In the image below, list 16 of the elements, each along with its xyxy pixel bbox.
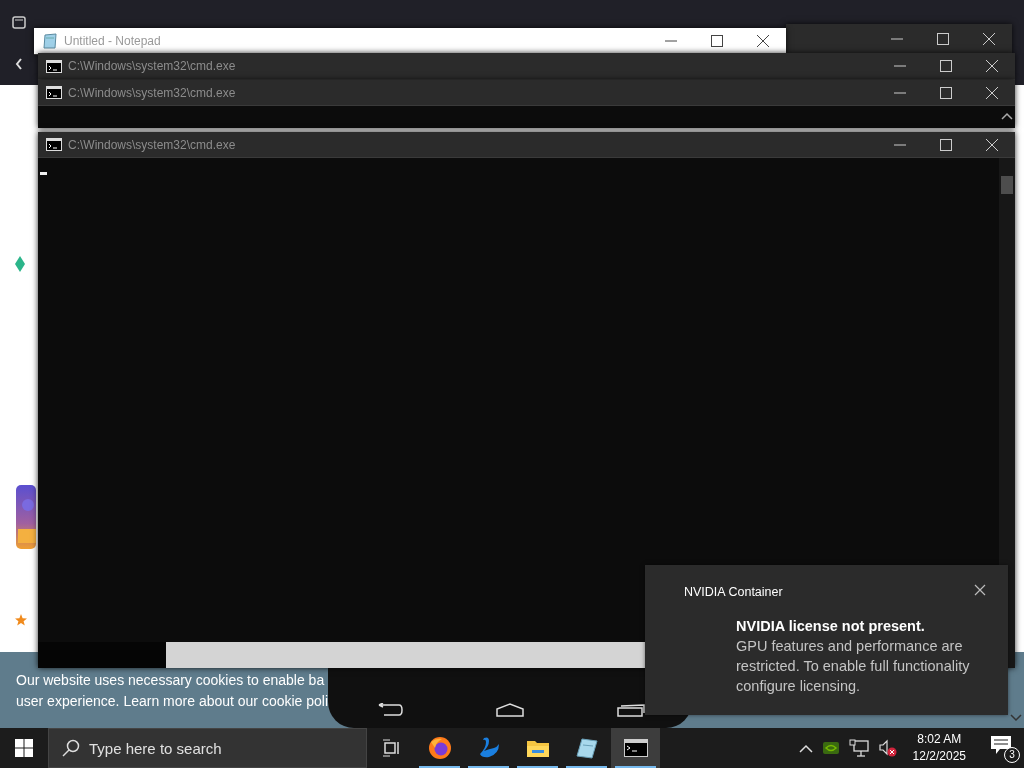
window-title: Untitled - Notepad: [64, 34, 162, 48]
notification-message: GPU features and performance are restricted. To enable full functionality configure licensing.: [736, 637, 971, 696]
cookie-notice-text: user experience. Learn more about our cookie poli: [16, 693, 329, 710]
title-bar[interactable]: C:\Windows\system32\cmd.exe: [38, 132, 1015, 158]
title-bar[interactable]: C:\Windows\system32\cmd.exe: [38, 53, 1015, 80]
title-bar[interactable]: Untitled - Notepad: [34, 28, 786, 55]
clock[interactable]: 8:02 AM 12/2/2025: [912, 731, 966, 765]
window-title: C:\Windows\system32\cmd.exe: [68, 85, 237, 100]
notification-title: NVIDIA license not present.: [736, 617, 926, 636]
window-title: C:\Windows\system32\cmd.exe: [68, 59, 237, 73]
window-title: C:\Windows\system32\cmd.exe: [68, 137, 237, 152]
cookie-notice-text: Our website uses necessary cookies to enable ba: [16, 672, 325, 689]
notification-app-name: NVIDIA Container: [684, 585, 783, 599]
search-field[interactable]: Type here to search: [48, 728, 367, 768]
notification-count: 3: [1004, 747, 1020, 763]
title-bar[interactable]: C:\Windows\system32\cmd.exe: [38, 80, 1015, 106]
